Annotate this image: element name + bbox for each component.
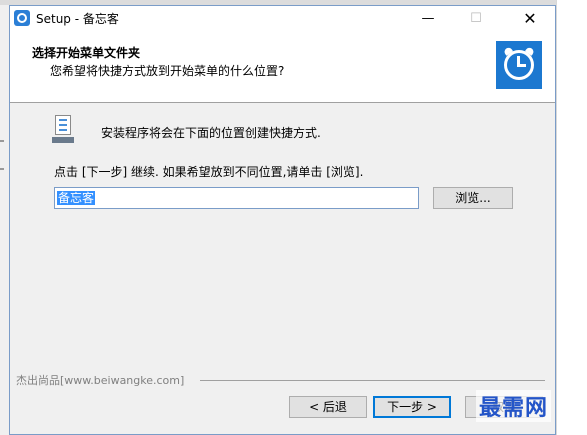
background-window-right xyxy=(556,0,587,435)
alarm-clock-icon xyxy=(496,41,542,89)
next-button[interactable]: 下一步 > xyxy=(373,396,451,418)
wizard-header: 选择开始菜单文件夹 您希望将快捷方式放到开始菜单的什么位置? xyxy=(10,31,555,103)
start-menu-folder-icon xyxy=(52,115,74,145)
instructions-text: 点击 [下一步] 继续. 如果希望放到不同位置,请单击 [浏览]. xyxy=(54,165,364,179)
watermark: 最需网 xyxy=(476,390,552,422)
folder-input-value: 备忘客 xyxy=(57,191,96,205)
title-bar[interactable]: Setup - 备忘客 — ☐ ✕ xyxy=(10,6,555,31)
window-title: Setup - 备忘客 xyxy=(36,12,119,26)
back-button[interactable]: < 后退 xyxy=(289,396,367,418)
browse-button[interactable]: 浏览... xyxy=(433,187,513,209)
minimize-button[interactable]: — xyxy=(405,6,451,31)
background-window-left xyxy=(0,140,8,200)
app-icon xyxy=(14,10,30,26)
page-title: 选择开始菜单文件夹 xyxy=(32,46,141,60)
info-text: 安装程序将会在下面的位置创建快捷方式. xyxy=(101,126,321,140)
setup-window: Setup - 备忘客 — ☐ ✕ 选择开始菜单文件夹 您希望将快捷方式放到开始… xyxy=(9,5,556,435)
folder-input[interactable]: 备忘客 xyxy=(54,187,419,209)
divider xyxy=(200,380,545,381)
brand-label: 杰出尚品[www.beiwangke.com] xyxy=(16,374,185,387)
close-button[interactable]: ✕ xyxy=(507,6,553,31)
maximize-button[interactable]: ☐ xyxy=(453,6,499,31)
page-subtitle: 您希望将快捷方式放到开始菜单的什么位置? xyxy=(50,64,285,78)
